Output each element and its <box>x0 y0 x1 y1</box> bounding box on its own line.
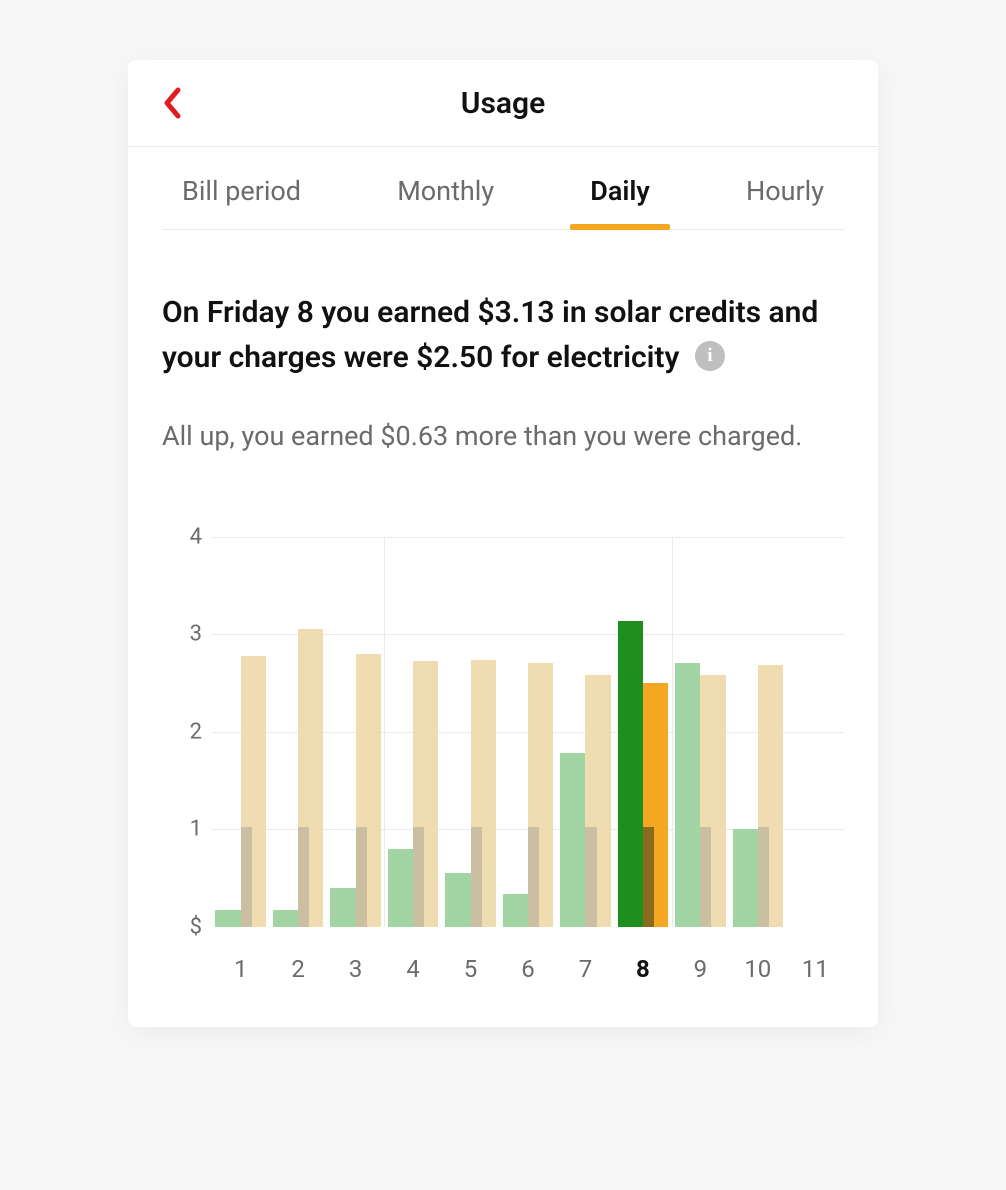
bar-slot[interactable] <box>442 537 499 927</box>
charge-base-bar <box>241 827 252 926</box>
back-button[interactable] <box>162 87 182 119</box>
bar-slot[interactable] <box>212 537 269 927</box>
x-tick-label: 8 <box>614 939 671 987</box>
credit-bar <box>618 621 643 926</box>
charge-base-bar <box>356 827 367 926</box>
credit-bar <box>733 829 758 927</box>
y-axis-label: $ <box>162 914 202 939</box>
charge-base-bar <box>585 827 596 926</box>
charge-bar <box>356 654 381 927</box>
credit-bar <box>215 910 240 927</box>
y-tick-label: 4 <box>162 524 202 549</box>
charge-base-bar <box>471 827 482 926</box>
tab-hourly[interactable]: Hourly <box>746 175 824 229</box>
x-tick-label: 11 <box>787 939 844 987</box>
charge-base-bar <box>643 827 654 926</box>
credit-bar <box>560 753 585 927</box>
charge-base-bar <box>758 827 769 926</box>
x-tick-label: 1 <box>212 939 269 987</box>
header: Usage <box>128 60 878 147</box>
charge-bar <box>528 663 553 926</box>
charge-base-bar <box>700 827 711 926</box>
usage-chart[interactable]: 1234$ 1234567891011 <box>162 537 844 987</box>
credit-bar <box>445 873 470 927</box>
info-icon[interactable]: i <box>695 341 725 371</box>
bar-slot[interactable] <box>787 537 844 927</box>
credit-bar <box>388 849 413 927</box>
page-title: Usage <box>461 86 545 121</box>
y-tick-label: 1 <box>162 817 202 842</box>
bar-slot[interactable] <box>327 537 384 927</box>
x-tick-label: 4 <box>384 939 441 987</box>
charge-base-bar <box>413 827 424 926</box>
x-tick-label: 6 <box>499 939 556 987</box>
charge-bar <box>700 675 725 927</box>
tab-bill-period[interactable]: Bill period <box>182 175 301 229</box>
charge-bar <box>471 660 496 926</box>
charge-bar <box>585 675 610 927</box>
usage-card: Usage Bill period Monthly Daily Hourly On F… <box>128 60 878 1027</box>
bar-slot[interactable] <box>729 537 786 927</box>
x-tick-label: 10 <box>729 939 786 987</box>
credit-bar <box>330 888 355 927</box>
charge-bar <box>298 629 323 926</box>
charge-bar <box>758 665 783 926</box>
x-tick-label: 9 <box>672 939 729 987</box>
bar-slot[interactable] <box>557 537 614 927</box>
charge-bar <box>643 683 668 927</box>
bar-slot[interactable] <box>384 537 441 927</box>
credit-bar <box>503 894 528 926</box>
x-tick-label: 5 <box>442 939 499 987</box>
x-tick-label: 7 <box>557 939 614 987</box>
y-tick-label: 3 <box>162 622 202 647</box>
tab-monthly[interactable]: Monthly <box>397 175 494 229</box>
charge-bar <box>241 656 266 926</box>
usage-headline: On Friday 8 you earned $3.13 in solar cr… <box>162 290 844 380</box>
credit-bar <box>675 663 700 926</box>
bar-slot[interactable] <box>672 537 729 927</box>
x-tick-label: 2 <box>269 939 326 987</box>
usage-subline: All up, you earned $0.63 more than you w… <box>162 416 844 457</box>
charge-bar <box>413 661 438 926</box>
charge-base-bar <box>298 827 309 926</box>
bar-slot[interactable] <box>614 537 671 927</box>
tab-daily[interactable]: Daily <box>590 175 650 229</box>
charge-base-bar <box>528 827 539 926</box>
tabs: Bill period Monthly Daily Hourly <box>162 147 844 230</box>
credit-bar <box>273 910 298 927</box>
bar-slot[interactable] <box>269 537 326 927</box>
chevron-left-icon <box>162 87 182 119</box>
bar-slot[interactable] <box>499 537 556 927</box>
y-tick-label: 2 <box>162 719 202 744</box>
x-tick-label: 3 <box>327 939 384 987</box>
